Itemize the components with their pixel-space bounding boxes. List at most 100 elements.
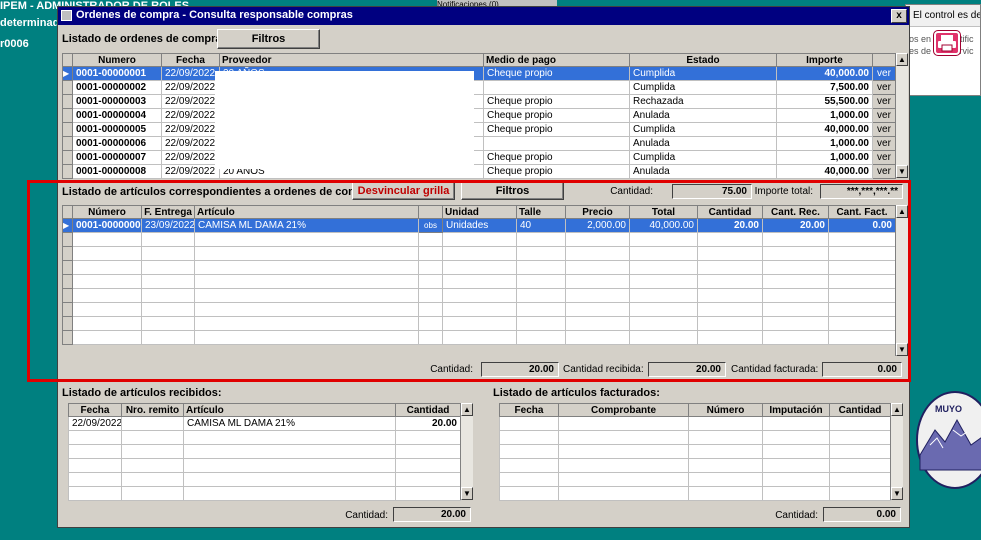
cell-estado[interactable]: Anulada — [629, 136, 777, 151]
scroll-down-icon[interactable]: ▼ — [891, 487, 903, 500]
cell-estado[interactable]: Cumplida — [629, 80, 777, 95]
cell-comprobante[interactable] — [558, 486, 689, 501]
cell-cantidad[interactable] — [829, 444, 891, 459]
col-comprobante[interactable]: Comprobante — [558, 403, 689, 417]
cell-cantidad[interactable] — [829, 458, 891, 473]
table-row[interactable]: 0001-00000005 22/09/2022 Cheque propio Cump… — [62, 122, 896, 137]
cell-numero[interactable]: 0001-00000004 — [72, 108, 162, 123]
col-estado[interactable]: Estado — [629, 53, 777, 67]
cell-importe[interactable]: 40,000.00 — [776, 122, 873, 137]
cell-numero[interactable]: 0001-00000007 — [72, 150, 162, 165]
table-row[interactable] — [68, 458, 461, 473]
cell-imputacion[interactable] — [762, 472, 830, 487]
orders-filter-button[interactable]: Filtros — [217, 29, 320, 49]
cell-articulo[interactable] — [183, 486, 396, 501]
cell-medio-pago[interactable]: Cheque propio — [483, 108, 630, 123]
table-row[interactable] — [68, 486, 461, 501]
cell-medio-pago[interactable] — [483, 136, 630, 151]
cell-articulo[interactable] — [183, 430, 396, 445]
cell-fecha[interactable] — [499, 458, 559, 473]
cell-fecha[interactable] — [68, 430, 122, 445]
col-fecha[interactable]: Fecha — [68, 403, 122, 417]
cell-fecha[interactable]: 22/09/2022 — [161, 136, 220, 151]
cell-numero[interactable] — [688, 458, 763, 473]
cell-estado[interactable]: Cumplida — [629, 66, 777, 81]
cell-cantidad[interactable] — [395, 444, 461, 459]
table-row[interactable]: 0001-00000006 22/09/2022 Anulada 1,000.00 ve… — [62, 136, 896, 151]
scroll-up-icon[interactable]: ▲ — [896, 53, 908, 66]
cell-numero[interactable]: 0001-00000002 — [72, 80, 162, 95]
scroll-up-icon[interactable]: ▲ — [891, 403, 903, 416]
table-row[interactable] — [499, 458, 891, 473]
cell-numero[interactable] — [688, 444, 763, 459]
cell-remito[interactable] — [121, 472, 184, 487]
cell-numero[interactable]: 0001-00000006 — [72, 136, 162, 151]
cell-fecha[interactable]: 22/09/2022 — [161, 150, 220, 165]
cell-estado[interactable]: Anulada — [629, 108, 777, 123]
col-imputacion[interactable]: Imputación — [762, 403, 830, 417]
col-importe[interactable]: Importe — [776, 53, 873, 67]
cell-numero[interactable]: 0001-00000005 — [72, 122, 162, 137]
cell-remito[interactable] — [121, 486, 184, 501]
cell-fecha[interactable] — [499, 444, 559, 459]
cell-fecha[interactable]: 22/09/2022 — [161, 94, 220, 109]
cell-imputacion[interactable] — [762, 486, 830, 501]
cell-importe[interactable]: 40,000.00 — [776, 66, 873, 81]
cell-fecha[interactable]: 22/09/2022 — [161, 164, 220, 179]
cell-cantidad[interactable]: 20.00 — [395, 416, 461, 431]
cell-numero[interactable]: 0001-00000003 — [72, 94, 162, 109]
cell-medio-pago[interactable]: Cheque propio — [483, 164, 630, 179]
col-fecha[interactable]: Fecha — [161, 53, 220, 67]
cell-fecha[interactable]: 22/09/2022 — [161, 122, 220, 137]
table-row[interactable]: 0001-00000007 22/09/2022 Cheque propio Cump… — [62, 150, 896, 165]
cell-remito[interactable] — [121, 458, 184, 473]
cell-fecha[interactable]: 22/09/2022 — [161, 108, 220, 123]
cell-estado[interactable]: Cumplida — [629, 122, 777, 137]
cell-cantidad[interactable] — [395, 430, 461, 445]
cell-estado[interactable]: Anulada — [629, 164, 777, 179]
cell-estado[interactable]: Rechazada — [629, 94, 777, 109]
cell-comprobante[interactable] — [558, 416, 689, 431]
cell-fecha[interactable] — [68, 486, 122, 501]
cell-importe[interactable]: 55,500.00 — [776, 94, 873, 109]
cell-numero[interactable] — [688, 472, 763, 487]
cell-cantidad[interactable] — [395, 472, 461, 487]
cell-fecha[interactable] — [68, 444, 122, 459]
cell-numero[interactable]: 0001-00000008 — [72, 164, 162, 179]
cell-cantidad[interactable] — [829, 486, 891, 501]
cell-medio-pago[interactable]: Cheque propio — [483, 122, 630, 137]
col-cantidad[interactable]: Cantidad — [829, 403, 891, 417]
cell-cantidad[interactable] — [829, 416, 891, 431]
col-nro-remito[interactable]: Nro. remito — [121, 403, 184, 417]
cell-cantidad[interactable] — [829, 430, 891, 445]
scroll-down-icon[interactable]: ▼ — [896, 165, 908, 178]
cell-comprobante[interactable] — [558, 444, 689, 459]
ver-button[interactable]: ver — [872, 94, 896, 109]
ver-button[interactable]: ver — [872, 66, 896, 81]
cell-articulo[interactable] — [183, 458, 396, 473]
cell-importe[interactable]: 7,500.00 — [776, 80, 873, 95]
ver-button[interactable]: ver — [872, 80, 896, 95]
cell-remito[interactable] — [121, 444, 184, 459]
cell-comprobante[interactable] — [558, 430, 689, 445]
cell-cantidad[interactable] — [829, 472, 891, 487]
orders-scrollbar[interactable]: ▲ ▼ — [895, 53, 908, 178]
col-proveedor[interactable]: Proveedor — [219, 53, 484, 67]
cell-fecha[interactable] — [499, 472, 559, 487]
table-row[interactable]: 22/09/2022 CAMISA ML DAMA 21% 20.00 — [68, 416, 461, 431]
cell-articulo[interactable] — [183, 472, 396, 487]
ver-button[interactable]: ver — [872, 122, 896, 137]
cell-articulo[interactable] — [183, 444, 396, 459]
cell-fecha[interactable] — [68, 458, 122, 473]
cell-remito[interactable] — [121, 430, 184, 445]
table-row[interactable]: 0001-00000002 22/09/2022 Cumplida 7,500.00 v… — [62, 80, 896, 95]
cell-fecha[interactable]: 22/09/2022 — [161, 66, 220, 81]
table-row[interactable]: 0001-00000003 22/09/2022 Cheque propio Rech… — [62, 94, 896, 109]
cell-fecha[interactable]: 22/09/2022 — [68, 416, 122, 431]
cell-imputacion[interactable] — [762, 430, 830, 445]
cell-numero[interactable] — [688, 486, 763, 501]
cell-cantidad[interactable] — [395, 486, 461, 501]
table-row[interactable]: 0001-00000008 22/09/2022 20 AÑOS Cheque pro… — [62, 164, 896, 179]
cell-fecha[interactable] — [499, 430, 559, 445]
table-row[interactable] — [68, 444, 461, 459]
